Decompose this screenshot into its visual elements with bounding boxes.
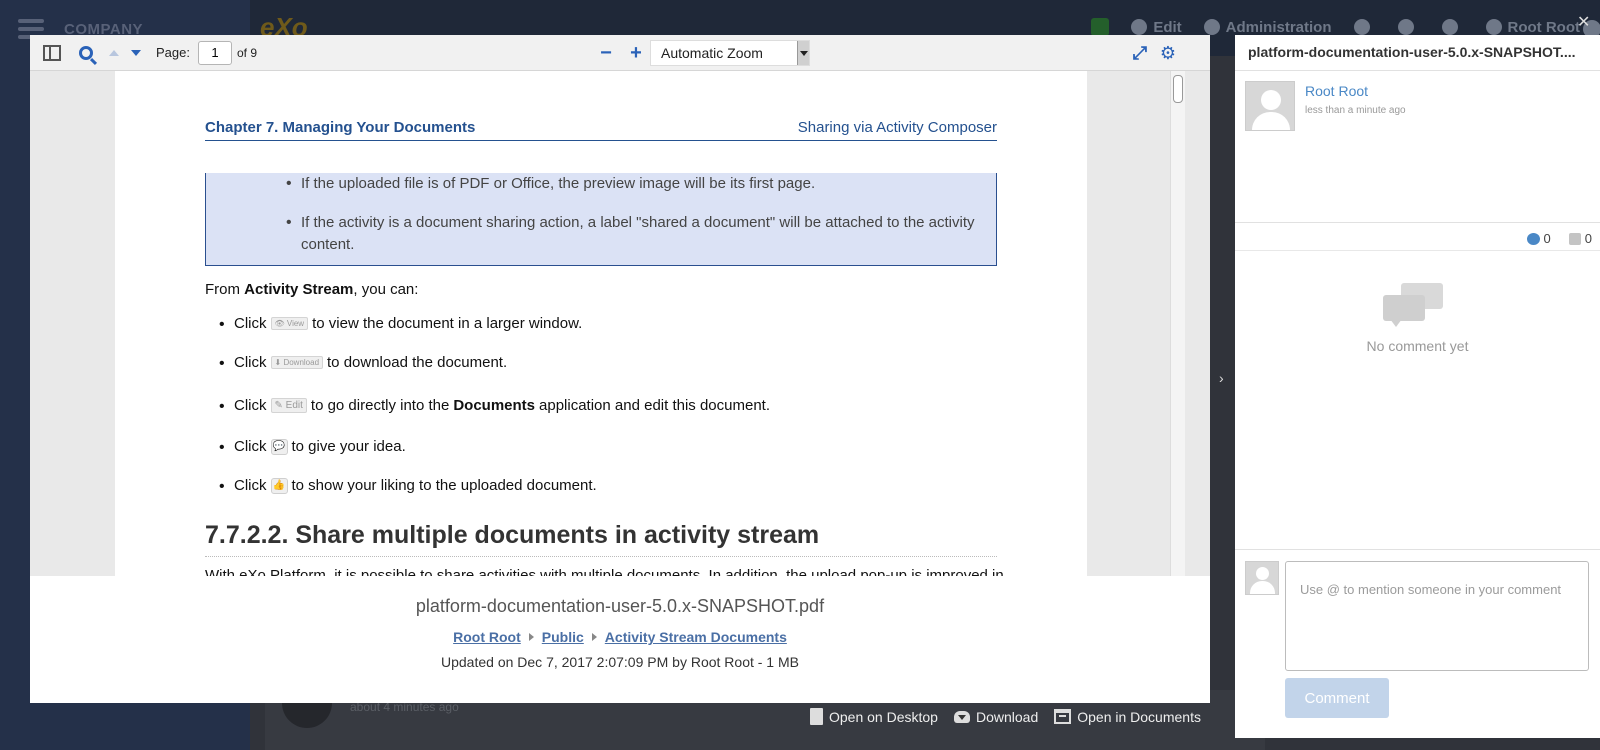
page-count: of 9	[236, 45, 257, 60]
next-page-button[interactable]	[122, 39, 150, 67]
document-updated-info: Updated on Dec 7, 2017 2:07:09 PM by Roo…	[441, 654, 799, 670]
folder-icon	[1054, 709, 1072, 724]
pdf-scrollbar[interactable]	[1170, 71, 1185, 576]
download-button[interactable]: Download	[953, 709, 1038, 725]
page-label: Page:	[156, 45, 190, 60]
scrollbar-thumb[interactable]	[1173, 75, 1183, 103]
list-item: Click 👁 View to view the document in a l…	[219, 315, 582, 334]
close-icon[interactable]: ✕	[1577, 12, 1590, 32]
note-item: If the uploaded file is of PDF or Office…	[286, 173, 981, 195]
pdf-toolbar: Page: of 9 − + Automatic Zoom ⤢ ⚙	[30, 35, 1210, 71]
divider	[1235, 250, 1600, 251]
thumbs-up-icon	[1568, 233, 1581, 245]
topbar-user[interactable]: Root Root	[1485, 18, 1580, 36]
tools-gear-icon[interactable]: ⚙	[1158, 43, 1178, 63]
zoom-value: Automatic Zoom	[661, 45, 763, 61]
comment-submit-button[interactable]: Comment	[1285, 678, 1389, 718]
list-item: Click ✎ Edit to go directly into the Doc…	[219, 397, 770, 416]
document-viewer: Page: of 9 − + Automatic Zoom ⤢ ⚙ Chapte…	[30, 35, 1210, 703]
gear-icon	[1203, 18, 1220, 35]
chevron-right-icon	[528, 633, 534, 641]
section-link: Sharing via Activity Composer	[797, 119, 997, 136]
chapter-title: Chapter 7. Managing Your Documents	[205, 119, 476, 136]
topbar-edit[interactable]: Edit	[1131, 18, 1182, 36]
bell-icon[interactable]	[1441, 19, 1458, 35]
viewer-actions: Open on Desktop Download Open in Documen…	[810, 708, 1201, 725]
arrow-down-icon	[131, 49, 141, 56]
document-title: platform-documentation-user-5.0.x-SNAPSH…	[415, 596, 825, 616]
list-item: Click 💬 to give your idea.	[219, 438, 406, 457]
chevron-right-icon	[591, 633, 597, 641]
view-button-image: 👁 View	[270, 317, 309, 330]
like-count[interactable]: 0	[1559, 231, 1592, 246]
divider	[1235, 70, 1600, 71]
edit-button-image: ✎ Edit	[270, 398, 307, 413]
document-icon	[810, 708, 823, 725]
fullscreen-icon[interactable]: ⤢	[1130, 43, 1150, 63]
chevron-down-icon	[797, 41, 809, 65]
download-button-image: ⬇ Download	[270, 356, 324, 369]
breadcrumb-public[interactable]: Public	[542, 629, 584, 645]
breadcrumb-root-root[interactable]: Root Root	[453, 629, 521, 645]
comment-bubble-icon	[1526, 233, 1540, 245]
user-avatar-icon	[1485, 18, 1502, 35]
sidebar-toggle-icon	[43, 44, 61, 61]
breadcrumb: Root Root Public Activity Stream Documents	[30, 629, 1210, 645]
search-icon[interactable]	[1397, 19, 1414, 35]
list-item: Click 👍 to show your liking to the uploa…	[219, 477, 597, 496]
no-comment-text: No comment yet	[1366, 338, 1469, 354]
note-box: If the uploaded file is of PDF or Office…	[205, 173, 997, 266]
find-button[interactable]	[72, 39, 100, 67]
list-item: Click ⬇ Download to download the documen…	[219, 354, 507, 373]
green-app-icon[interactable]	[1091, 18, 1110, 36]
topbar-administration[interactable]: Administration	[1203, 18, 1332, 36]
from-activity-stream-text: From Activity Stream, you can:	[205, 281, 419, 298]
comments-panel: platform-documentation-user-5.0.x-SNAPSH…	[1235, 35, 1600, 738]
sidebar-toggle-button[interactable]	[38, 39, 66, 67]
arrow-up-icon	[109, 49, 119, 56]
open-in-documents-button[interactable]: Open in Documents	[1054, 709, 1201, 725]
comment-input[interactable]	[1285, 561, 1589, 671]
open-on-desktop-button[interactable]: Open on Desktop	[810, 708, 938, 725]
activity-stats: 0 0	[1526, 231, 1592, 246]
pdf-viewport[interactable]: Chapter 7. Managing Your Documents Shari…	[30, 71, 1210, 576]
no-comment-icon	[1383, 283, 1445, 331]
zoom-out-button[interactable]: −	[592, 39, 620, 67]
document-info: platform-documentation-user-5.0.x-SNAPSH…	[30, 576, 1210, 703]
avatar[interactable]	[1245, 81, 1295, 131]
topbar-items: Edit Administration Root Root	[1091, 18, 1580, 36]
chapter-header: Chapter 7. Managing Your Documents Shari…	[205, 119, 997, 141]
note-item: If the activity is a document sharing ac…	[286, 212, 981, 256]
zoom-select[interactable]: Automatic Zoom	[650, 40, 810, 66]
comment-count[interactable]: 0	[1526, 231, 1551, 246]
wrench-icon	[1131, 18, 1148, 35]
current-user-avatar	[1245, 561, 1279, 595]
paragraph: With eXo Platform, it is possible to sha…	[205, 567, 1004, 576]
panel-title: platform-documentation-user-5.0.x-SNAPSH…	[1248, 44, 1576, 60]
comment-icon: 💬	[270, 438, 288, 455]
page-number-input[interactable]	[197, 40, 232, 65]
plus-circle-icon[interactable]	[1353, 19, 1370, 35]
breadcrumb-activity-stream-documents[interactable]: Activity Stream Documents	[605, 629, 787, 645]
pdf-page: Chapter 7. Managing Your Documents Shari…	[115, 71, 1087, 576]
cloud-download-icon	[953, 710, 970, 723]
zoom-in-button[interactable]: +	[622, 39, 650, 67]
search-icon	[79, 45, 93, 60]
section-heading: 7.7.2.2. Share multiple documents in act…	[205, 521, 997, 557]
owner-name-link[interactable]: Root Root	[1305, 83, 1368, 99]
thumbs-up-icon: 👍	[270, 477, 288, 494]
divider	[1235, 549, 1600, 550]
chevron-right-icon[interactable]: ›	[1219, 370, 1224, 386]
post-time: less than a minute ago	[1305, 105, 1406, 116]
divider	[1235, 222, 1600, 223]
